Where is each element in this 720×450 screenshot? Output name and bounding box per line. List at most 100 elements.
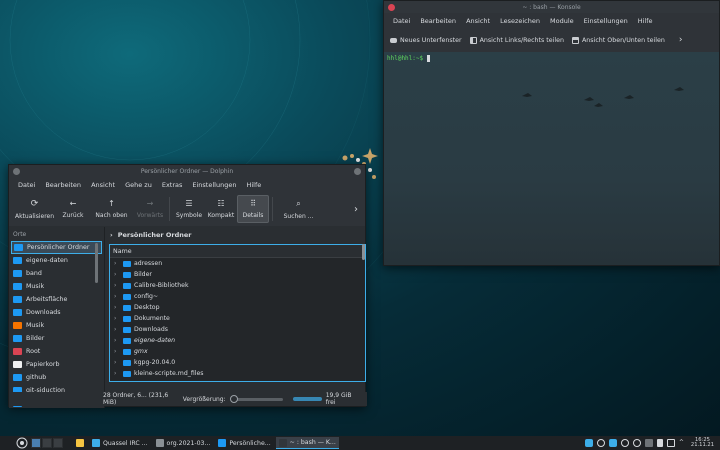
tray-expand-icon[interactable]: ^	[679, 439, 684, 447]
expand-chevron-icon[interactable]: ›	[114, 370, 120, 377]
place-item[interactable]: Arbeitsfläche	[9, 293, 104, 306]
split-left-right-button[interactable]: Ansicht Links/Rechts teilen	[469, 36, 564, 44]
compact-view-button[interactable]: ☷ Kompakt	[205, 192, 237, 226]
status-summary: 28 Ordner, 6... (231,6 MiB)	[103, 392, 169, 406]
menu-datei[interactable]: Datei	[388, 17, 415, 25]
file-row[interactable]: › kleine-scripte.md_files	[110, 368, 365, 379]
file-row[interactable]: › Calibre-Bibliothek	[110, 280, 365, 291]
menu-datei[interactable]: Datei	[13, 181, 40, 189]
desktop-2[interactable]	[42, 438, 52, 448]
window-menu-icon[interactable]	[13, 167, 20, 175]
breadcrumb-label: Persönlicher Ordner	[117, 230, 192, 239]
file-row[interactable]: › config~	[110, 291, 365, 302]
file-name: Desktop	[134, 304, 160, 311]
place-item[interactable]: eigene-daten	[9, 254, 104, 267]
breadcrumb-chevron-icon: ›	[110, 230, 113, 239]
terminal-area[interactable]: hhl@hhl:~$	[384, 52, 719, 265]
dolphin-titlebar[interactable]: Persönlicher Ordner — Dolphin	[9, 165, 365, 177]
place-item[interactable]: band	[9, 267, 104, 280]
place-item[interactable]: Musik	[9, 319, 104, 332]
expand-chevron-icon[interactable]: ›	[114, 260, 120, 267]
expand-chevron-icon[interactable]: ›	[114, 326, 120, 333]
menu-ansicht[interactable]: Ansicht	[461, 17, 495, 25]
taskbar-task[interactable]: org.2021-03...	[153, 437, 214, 449]
file-row[interactable]: › Desktop	[110, 302, 365, 313]
taskbar-task[interactable]: Quassel IRC ...	[89, 437, 151, 449]
taskbar-task[interactable]: ~ : bash — K...	[275, 437, 339, 449]
menu-einstellungen[interactable]: Einstellungen	[579, 17, 633, 25]
toolbar-overflow-icon[interactable]: ›	[679, 35, 683, 45]
menu-bearbeiten[interactable]: Bearbeiten	[415, 17, 461, 25]
folder-icon	[123, 337, 131, 344]
file-row[interactable]: › Downloads	[110, 324, 365, 335]
expand-chevron-icon[interactable]: ›	[114, 359, 120, 366]
window-title: ~ : bash — Konsole	[522, 3, 581, 11]
file-row[interactable]: › adressen	[110, 258, 365, 269]
search-button[interactable]: ⌕ Suchen ...	[276, 192, 321, 226]
menu-gehe-zu[interactable]: Gehe zu	[120, 181, 157, 189]
network-icon[interactable]	[666, 439, 675, 447]
taskbar-task[interactable]	[73, 437, 87, 449]
menu-einstellungen[interactable]: Einstellungen	[187, 181, 241, 189]
expand-chevron-icon[interactable]: ›	[114, 304, 120, 311]
expand-chevron-icon[interactable]: ›	[114, 337, 120, 344]
forward-button[interactable]: → Vorwärts	[134, 192, 166, 226]
clipboard-icon[interactable]	[596, 439, 605, 447]
zoom-slider[interactable]	[229, 394, 284, 403]
place-item[interactable]: Root	[9, 345, 104, 358]
toolbar-overflow-icon[interactable]: ›	[347, 192, 365, 226]
hp-printer-icon[interactable]	[608, 439, 617, 447]
application-launcher-icon[interactable]	[16, 437, 28, 449]
column-header-name[interactable]: Name	[110, 245, 365, 258]
icons-view-button[interactable]: ☰ Symbole	[173, 192, 205, 226]
breadcrumb[interactable]: › Persönlicher Ordner	[106, 227, 367, 242]
place-item[interactable]: Papierkorb	[9, 358, 104, 371]
zoom-slider-handle[interactable]	[229, 394, 238, 403]
place-item[interactable]: github	[9, 371, 104, 384]
file-list[interactable]: Name › adressen › Bilder › Calibre-Bibliothek…	[109, 244, 366, 382]
file-row[interactable]: › gmx	[110, 346, 365, 357]
split-top-bottom-button[interactable]: Ansicht Oben/Unten teilen	[572, 36, 665, 44]
places-scrollbar[interactable]	[95, 243, 98, 283]
file-row[interactable]: › Dokumente	[110, 313, 365, 324]
konsole-titlebar[interactable]: ~ : bash — Konsole	[384, 1, 719, 13]
menu-bearbeiten[interactable]: Bearbeiten	[40, 181, 86, 189]
close-icon[interactable]	[354, 167, 361, 175]
keyboard-icon[interactable]	[644, 439, 653, 447]
place-item[interactable]: Downloads	[9, 306, 104, 319]
place-item[interactable]: Persönlicher Ordner	[11, 241, 102, 254]
digital-clock[interactable]: 16:25 21.11.21	[691, 437, 714, 449]
place-item[interactable]: Bilder	[9, 332, 104, 345]
file-list-scrollbar[interactable]	[362, 244, 365, 260]
expand-chevron-icon[interactable]: ›	[114, 271, 120, 278]
menu-module[interactable]: Module	[545, 17, 579, 25]
file-row[interactable]: › Bilder	[110, 269, 365, 280]
virtual-desktop-pager[interactable]	[31, 438, 63, 448]
kdeconnect-icon[interactable]	[584, 439, 593, 447]
expand-chevron-icon[interactable]: ›	[114, 282, 120, 289]
taskbar-task[interactable]: Persönliche...	[215, 437, 273, 449]
expand-chevron-icon[interactable]: ›	[114, 315, 120, 322]
place-item[interactable]: Musik	[9, 280, 104, 293]
menu-ansicht[interactable]: Ansicht	[86, 181, 120, 189]
desktop-3[interactable]	[53, 438, 63, 448]
volume-icon[interactable]	[656, 439, 663, 447]
notifications-icon[interactable]	[632, 439, 641, 447]
menu-hilfe[interactable]: Hilfe	[633, 17, 658, 25]
expand-chevron-icon[interactable]: ›	[114, 348, 120, 355]
desktop-1[interactable]	[31, 438, 41, 448]
file-row[interactable]: › eigene-daten	[110, 335, 365, 346]
up-button[interactable]: ↑ Nach oben	[89, 192, 134, 226]
details-view-button[interactable]: ⠿ Details	[237, 195, 269, 223]
task-app-icon	[92, 439, 100, 447]
new-tab-button[interactable]: Neues Unterfenster	[390, 37, 462, 44]
menu-hilfe[interactable]: Hilfe	[241, 181, 266, 189]
updates-icon[interactable]	[620, 439, 629, 447]
menu-extras[interactable]: Extras	[157, 181, 188, 189]
back-button[interactable]: ← Zurück	[57, 192, 89, 226]
expand-chevron-icon[interactable]: ›	[114, 293, 120, 300]
refresh-button[interactable]: ⟳ Aktualisieren	[12, 192, 57, 226]
close-icon[interactable]	[388, 3, 395, 11]
file-row[interactable]: › kgpg-20.04.0	[110, 357, 365, 368]
menu-lesezeichen[interactable]: Lesezeichen	[495, 17, 545, 25]
